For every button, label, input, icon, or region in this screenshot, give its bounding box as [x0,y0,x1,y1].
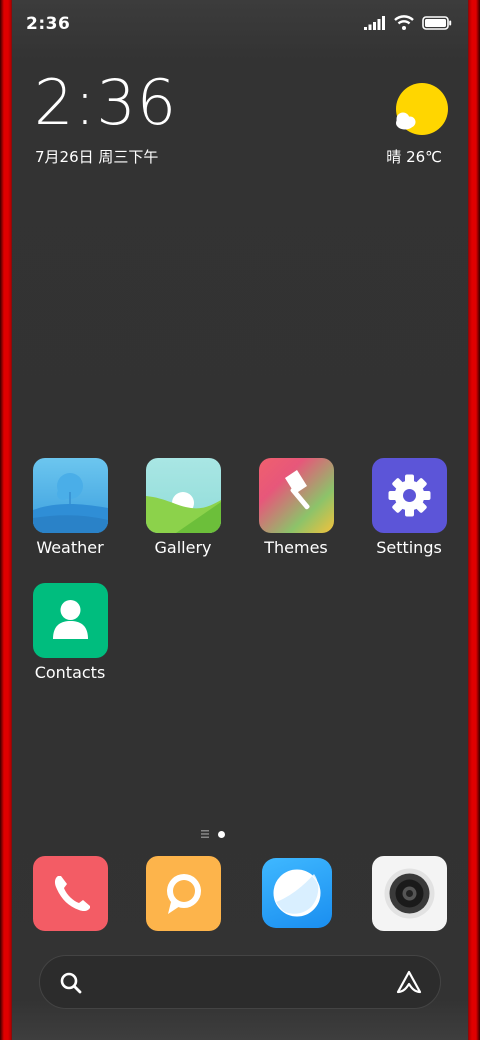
page-indicator[interactable] [201,830,225,838]
phone-icon[interactable] [33,856,108,931]
signal-icon [364,15,385,30]
contacts-app-icon [32,583,108,658]
app-settings[interactable]: Settings [359,458,459,557]
status-time: 2:36 [26,14,71,34]
messages-icon[interactable] [146,856,221,931]
search-icon [60,972,82,994]
app-label: Settings [376,538,442,557]
app-contacts[interactable]: Contacts [20,583,120,682]
wifi-icon [394,15,414,30]
status-bar: 2:36 [12,0,468,50]
search-bar[interactable] [39,955,441,1009]
app-gallery[interactable]: Gallery [133,458,233,557]
app-themes[interactable]: Themes [246,458,346,557]
battery-icon [422,15,452,30]
status-icons [364,15,452,30]
app-weather[interactable]: Weather [20,458,120,557]
list-page-icon [201,830,209,838]
app-label: Themes [264,538,328,557]
assistant-icon[interactable] [396,970,422,996]
clock-date: 7月26日 周三下午 [35,148,159,166]
gallery-app-icon [145,458,221,533]
settings-app-icon [371,458,447,533]
clock-time[interactable]: 2:36 [34,72,177,134]
weather-app-icon [32,458,108,533]
browser-icon[interactable] [262,858,332,928]
themes-app-icon [258,458,334,533]
home-screen: 2:36 2:36 7月26日 周三下午 晴 26℃ Weather Galle… [12,0,468,1040]
app-label: Weather [36,538,104,557]
app-label: Gallery [154,538,212,557]
camera-icon[interactable] [372,856,447,931]
active-page-dot [218,830,225,838]
app-label: Contacts [34,663,106,682]
sunny-weather-icon[interactable] [388,82,448,138]
weather-summary: 晴 26℃ [386,148,442,166]
